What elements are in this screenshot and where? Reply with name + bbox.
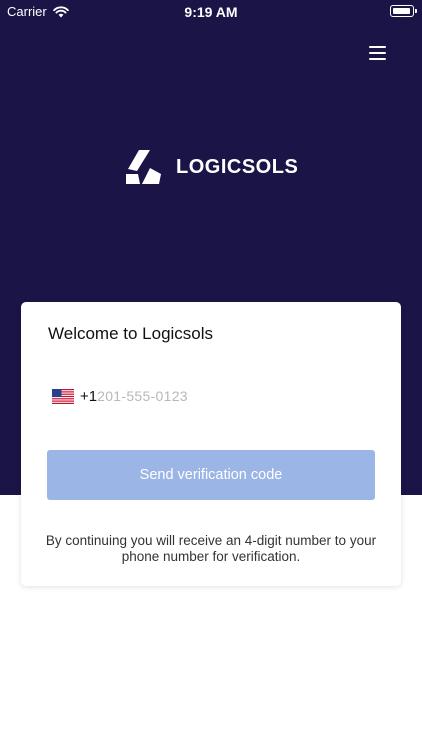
verification-disclaimer: By continuing you will receive an 4-digi… (45, 533, 377, 564)
phone-number-field[interactable]: +1 (52, 387, 258, 405)
welcome-title: Welcome to Logicsols (48, 324, 214, 343)
login-card: Welcome to Logicsols +1 Send verificatio… (21, 302, 401, 586)
logo-mark-icon (126, 150, 161, 184)
hamburger-menu-icon[interactable] (366, 42, 390, 64)
phone-number-input[interactable] (97, 388, 258, 404)
send-verification-code-button[interactable]: Send verification code (47, 450, 375, 500)
country-dial-code[interactable]: +1 (80, 388, 97, 405)
brand-logo: LOGICSOLS (125, 150, 298, 184)
status-time: 9:19 AM (184, 4, 238, 20)
us-flag-icon[interactable] (52, 388, 74, 404)
brand-name: LOGICSOLS (176, 155, 299, 178)
status-bar: Carrier 9:19 AM (0, 0, 422, 24)
battery-icon (390, 5, 417, 17)
